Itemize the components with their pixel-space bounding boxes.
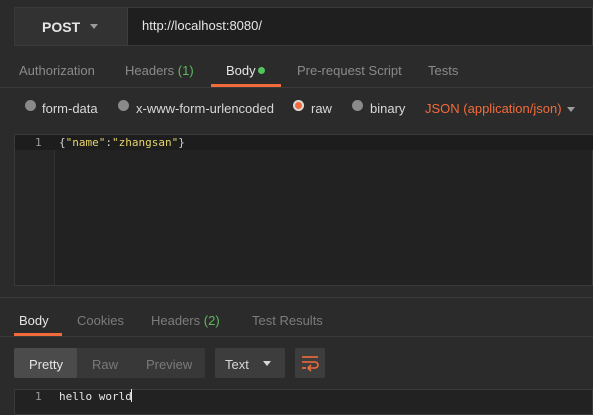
view-preview-button[interactable]: Preview	[146, 357, 192, 372]
wrap-lines-icon	[302, 356, 319, 372]
tab-headers[interactable]: Headers (1)	[125, 63, 194, 78]
response-tab-headers[interactable]: Headers (2)	[151, 313, 220, 328]
response-headers-count-badge: (2)	[203, 313, 220, 328]
divider	[0, 87, 593, 88]
response-tab-body[interactable]: Body	[19, 313, 49, 328]
radio-urlencoded-label[interactable]: x-www-form-urlencoded	[136, 101, 274, 116]
code-colon: :	[105, 136, 112, 149]
response-body-text: hello world	[59, 390, 132, 403]
line-number: 1	[35, 136, 42, 149]
radio-binary-label[interactable]: binary	[370, 101, 405, 116]
tab-tests[interactable]: Tests	[428, 63, 458, 78]
editor-gutter	[15, 135, 55, 285]
method-label: POST	[42, 19, 81, 35]
divider	[0, 336, 593, 337]
request-body-editor[interactable]	[14, 134, 593, 286]
response-tab-test-results[interactable]: Test Results	[252, 313, 323, 328]
chevron-down-icon	[263, 361, 271, 366]
headers-count-badge: (1)	[177, 63, 194, 78]
radio-raw[interactable]	[293, 100, 304, 111]
chevron-down-icon[interactable]	[567, 107, 575, 112]
url-input[interactable]: http://localhost:8080/	[142, 18, 262, 33]
view-raw-button[interactable]: Raw	[92, 357, 118, 372]
code-value: "zhangsan"	[112, 136, 179, 149]
content-type-dropdown[interactable]: JSON (application/json)	[425, 101, 562, 116]
request-body-code[interactable]: {"name":"zhangsan"}	[59, 136, 185, 149]
code-brace-open: {	[59, 136, 66, 149]
response-tab-cookies[interactable]: Cookies	[77, 313, 124, 328]
chevron-down-icon	[90, 24, 98, 29]
body-indicator-dot-icon	[258, 67, 265, 74]
radio-raw-label[interactable]: raw	[311, 101, 332, 116]
tab-authorization[interactable]: Authorization	[19, 63, 95, 78]
code-key: "name"	[65, 136, 106, 149]
divider	[0, 297, 593, 298]
radio-form-data[interactable]	[25, 100, 36, 111]
wrap-lines-button[interactable]	[295, 348, 325, 378]
radio-form-data-label[interactable]: form-data	[42, 101, 98, 116]
code-brace-close: }	[178, 136, 185, 149]
response-tab-headers-label: Headers	[151, 313, 201, 328]
tab-headers-label: Headers	[125, 63, 175, 78]
line-number: 1	[35, 390, 42, 403]
text-cursor	[131, 389, 132, 402]
tab-body[interactable]: Body	[226, 63, 256, 78]
tab-pre-request-script[interactable]: Pre-request Script	[297, 63, 402, 78]
view-pretty-button[interactable]: Pretty	[29, 357, 63, 372]
radio-binary[interactable]	[352, 100, 363, 111]
radio-urlencoded[interactable]	[118, 100, 129, 111]
format-dropdown-label: Text	[225, 357, 249, 372]
